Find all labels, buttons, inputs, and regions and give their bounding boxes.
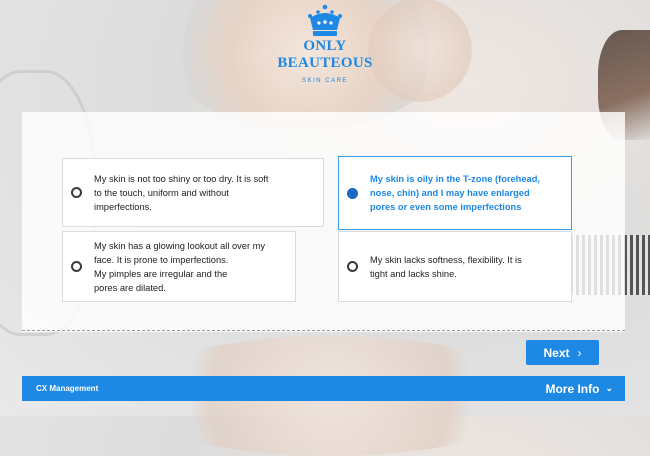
brand-logo: ONLY BEAUTEOUS SKIN CARE (270, 4, 380, 84)
skin-option-oily[interactable]: My skin has a glowing lookout all over m… (62, 231, 296, 302)
option-label: My skin is not too shiny or too dry. It … (94, 173, 269, 212)
skin-option-dry[interactable]: My skin lacks softness, flexibility. It … (338, 231, 572, 302)
brand-tagline: SKIN CARE (302, 78, 348, 84)
next-button-label: Next (543, 345, 570, 360)
chevron-down-icon: ⌄ (605, 383, 613, 393)
more-info-label: More Info (545, 381, 600, 396)
radio-button[interactable] (71, 187, 82, 198)
radio-button[interactable] (71, 261, 82, 272)
radio-button[interactable] (347, 261, 358, 272)
footer-company-name: CX Management (36, 384, 99, 393)
brand-name-line2: BEAUTEOUS (277, 55, 373, 71)
footer-bar: CX Management More Info ⌄ (22, 376, 625, 401)
option-label: My skin has a glowing lookout all over m… (94, 240, 266, 293)
section-divider (22, 330, 625, 331)
option-label: My skin lacks softness, flexibility. It … (370, 254, 522, 279)
option-label: My skin is oily in the T-zone (forehead,… (370, 174, 540, 212)
more-info-button[interactable]: More Info ⌄ (545, 382, 613, 396)
brand-name-line1: ONLY (303, 38, 347, 54)
chevron-right-icon: › (577, 345, 582, 360)
radio-button-selected[interactable] (347, 187, 358, 199)
skin-option-combination[interactable]: My skin is oily in the T-zone (forehead,… (338, 156, 572, 230)
skin-option-normal[interactable]: My skin is not too shiny or too dry. It … (62, 158, 324, 227)
next-button[interactable]: Next › (526, 340, 599, 365)
crown-icon (270, 4, 380, 38)
